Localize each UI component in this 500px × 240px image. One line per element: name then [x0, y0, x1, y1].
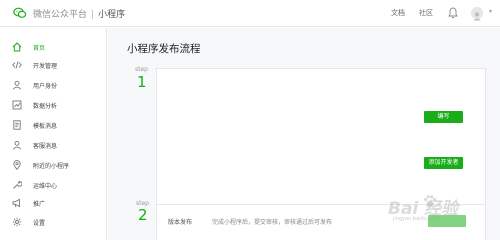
customer-service-icon: [12, 140, 22, 150]
sidebar-item-label: 用户身份: [33, 83, 58, 90]
avatar-user-icon: [473, 12, 481, 21]
watermark-subtext: jingyan.baidu.com: [393, 216, 440, 222]
sidebar-item-settings[interactable]: 设置: [0, 214, 107, 232]
release-description: 完成小程序后，提交审核，审核通过后可发布: [212, 219, 333, 226]
user-icon: [12, 80, 22, 90]
sidebar-item-promotion[interactable]: 推广: [0, 195, 107, 213]
brand-name: 微信公众平台: [33, 10, 88, 20]
sidebar: 首页 开发管理 用户身份 数据分析 模板消息 客服消息 附近的小程序 运维中心 …: [0, 28, 107, 240]
add-developer-button[interactable]: 添加开发者: [424, 157, 463, 169]
sidebar-item-customer-messages[interactable]: 客服消息: [0, 137, 107, 155]
sidebar-item-label: 数据分析: [33, 103, 58, 110]
sidebar-item-dev-management[interactable]: 开发管理: [0, 57, 107, 75]
location-icon: [13, 160, 21, 170]
avatar[interactable]: [471, 7, 483, 21]
sidebar-item-label: 推广: [33, 201, 46, 208]
wrench-icon: [13, 180, 22, 189]
sidebar-item-label: 运维中心: [33, 183, 58, 190]
gear-icon: [12, 217, 22, 227]
sidebar-item-nearby-miniprograms[interactable]: 附近的小程序: [0, 157, 107, 175]
document-icon: [13, 120, 21, 130]
home-icon: [12, 42, 22, 52]
sidebar-item-template-messages[interactable]: 模板消息: [0, 117, 107, 135]
sidebar-item-home[interactable]: 首页: [0, 39, 107, 57]
release-title: 版本发布: [168, 219, 193, 226]
megaphone-icon: [12, 198, 20, 208]
code-icon: [12, 61, 22, 69]
paw-icon: [423, 195, 437, 207]
sidebar-item-label: 模板消息: [33, 123, 58, 130]
chart-icon: [12, 100, 22, 110]
write-button[interactable]: 编写: [424, 111, 463, 123]
app-type-title: 小程序: [98, 10, 126, 20]
wechat-logo-icon: [13, 7, 27, 18]
brand-separator: |: [91, 10, 95, 20]
page-title: 小程序发布流程: [127, 43, 201, 55]
sidebar-item-label: 设置: [33, 220, 46, 227]
sidebar-item-label: 客服消息: [33, 143, 58, 150]
step-number: 2: [138, 206, 148, 224]
sidebar-item-label: 首页: [33, 45, 46, 52]
community-link[interactable]: 社区: [419, 8, 433, 18]
step-label: step: [135, 66, 148, 73]
sidebar-item-label: 开发管理: [33, 63, 58, 70]
sidebar-item-data-analysis[interactable]: 数据分析: [0, 97, 107, 115]
bell-icon[interactable]: [448, 7, 458, 19]
sidebar-item-ops-center[interactable]: 运维中心: [0, 177, 107, 195]
platform-title[interactable]: 微信公众平台 | 小程序: [33, 7, 125, 20]
sidebar-item-label: 附近的小程序: [33, 163, 70, 170]
sidebar-item-user-identity[interactable]: 用户身份: [0, 77, 107, 95]
baidu-jingyan-watermark: Bai 经验 jingyan.baidu.com: [385, 188, 500, 240]
top-bar: 微信公众平台 | 小程序 文档 社区 ▾: [0, 0, 500, 27]
step-number: 1: [137, 73, 147, 91]
docs-link[interactable]: 文档: [391, 8, 405, 18]
chevron-down-icon[interactable]: ▾: [489, 8, 492, 15]
